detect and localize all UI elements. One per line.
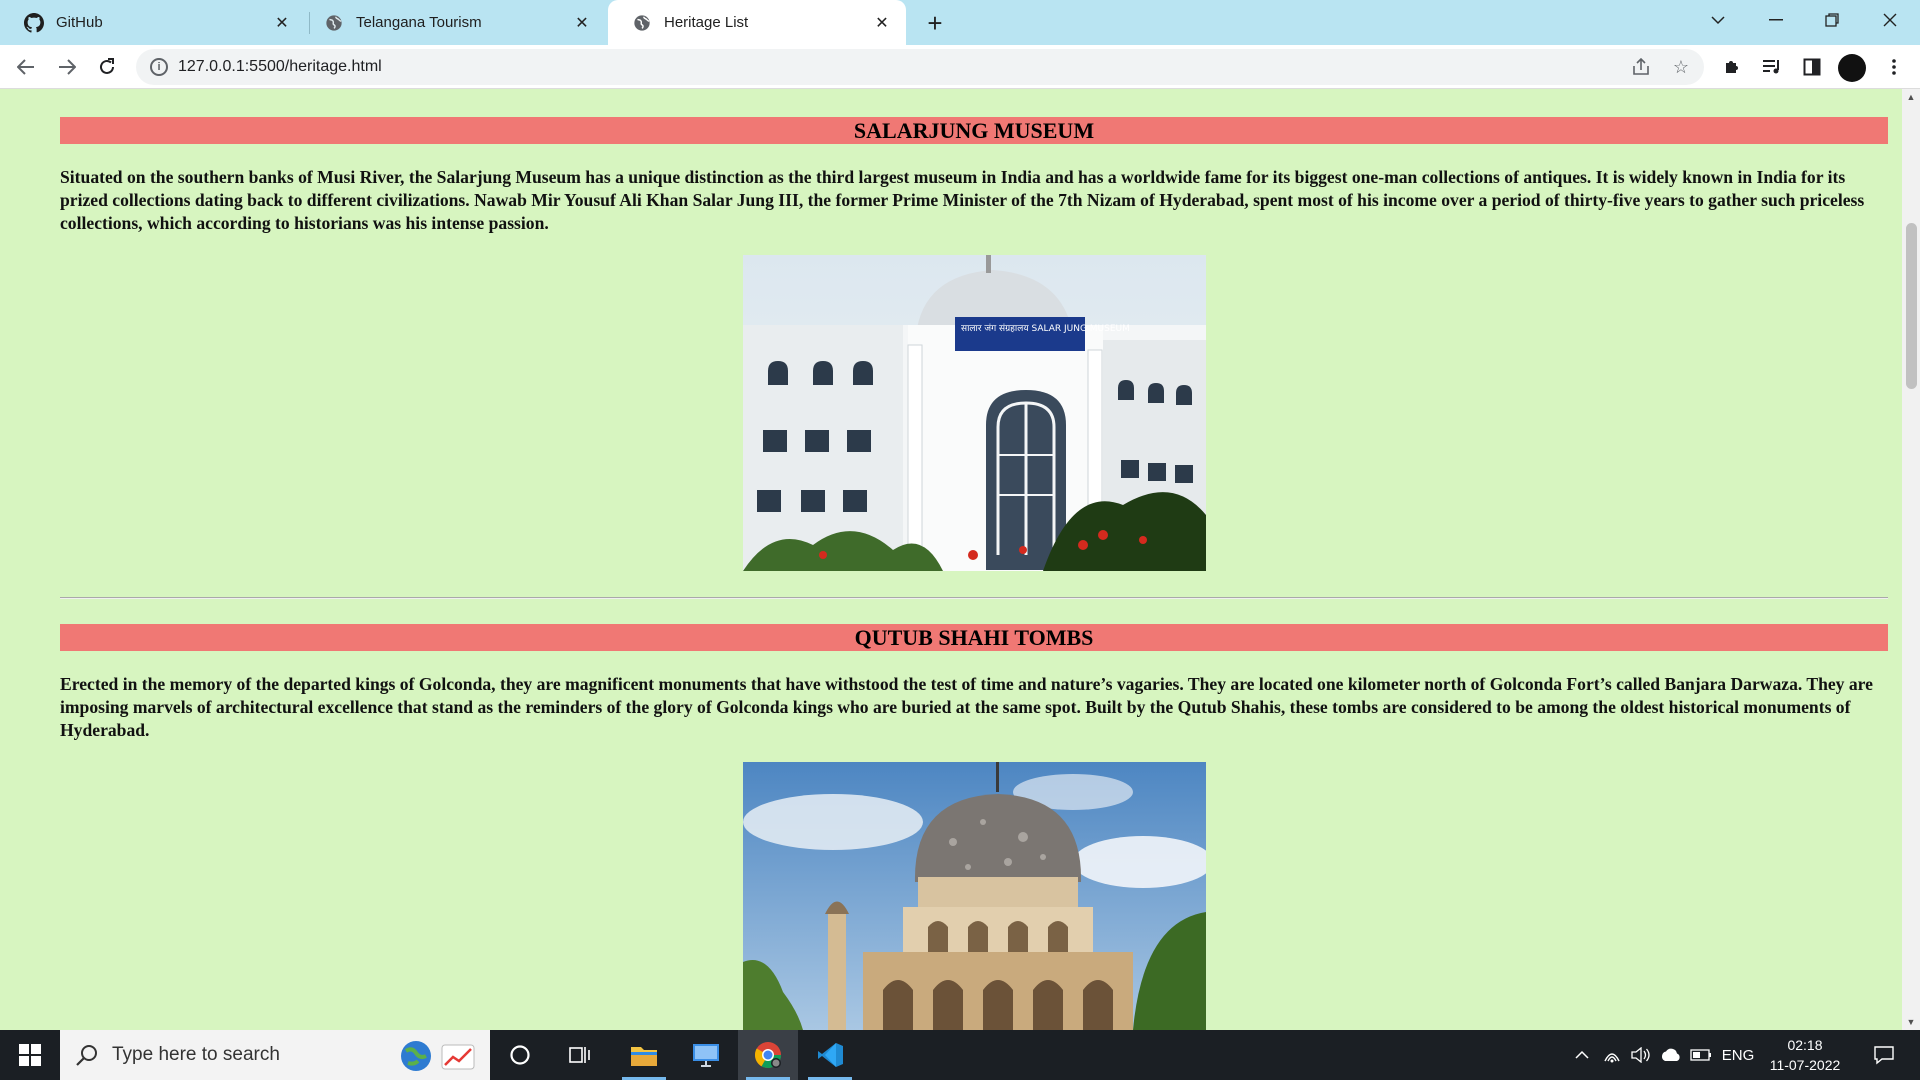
close-tab-icon[interactable]: ✕: [568, 9, 596, 37]
chrome-icon[interactable]: [738, 1030, 798, 1080]
search-icon: [76, 1044, 98, 1066]
scroll-down-arrow-icon[interactable]: ▼: [1902, 1014, 1920, 1030]
vscode-icon[interactable]: [800, 1030, 860, 1080]
search-highlight-icon[interactable]: [398, 1039, 478, 1078]
globe-icon: [324, 13, 344, 33]
more-menu-icon[interactable]: [1878, 51, 1910, 83]
page-scrollbar[interactable]: ▲ ▼: [1902, 89, 1920, 1030]
tab-heritage-list[interactable]: Heritage List ✕: [608, 0, 906, 45]
profile-avatar[interactable]: [1838, 54, 1866, 82]
new-tab-button[interactable]: +: [918, 6, 952, 40]
back-button[interactable]: [10, 51, 42, 83]
clock-time: 02:18: [1787, 1037, 1823, 1053]
tab-github[interactable]: GitHub ✕: [0, 0, 306, 45]
site-info-icon[interactable]: i: [150, 58, 168, 76]
taskbar-search-input[interactable]: Type here to search: [60, 1030, 490, 1080]
volume-icon[interactable]: [1628, 1030, 1652, 1080]
section-heading: SALARJUNG MUSEUM: [60, 117, 1888, 144]
notifications-icon[interactable]: [1864, 1030, 1904, 1080]
cortana-icon[interactable]: [490, 1030, 550, 1080]
url-text: 127.0.0.1:5500/heritage.html: [178, 58, 382, 75]
globe-icon: [632, 13, 652, 33]
minimize-button[interactable]: [1748, 0, 1804, 40]
media-control-icon[interactable]: [1756, 51, 1788, 83]
task-view-icon[interactable]: [550, 1030, 610, 1080]
scroll-up-arrow-icon[interactable]: ▲: [1902, 89, 1920, 105]
scroll-thumb[interactable]: [1906, 223, 1917, 389]
forward-button[interactable]: [51, 51, 83, 83]
language-indicator[interactable]: ENG: [1720, 1030, 1756, 1080]
section-heading: QUTUB SHAHI TOMBS: [60, 624, 1888, 651]
address-bar[interactable]: i 127.0.0.1:5500/heritage.html ☆: [136, 49, 1704, 85]
reload-button[interactable]: [91, 51, 123, 83]
side-panel-icon[interactable]: [1796, 51, 1828, 83]
onedrive-cloud-icon[interactable]: [1658, 1030, 1684, 1080]
tab-telangana-tourism[interactable]: Telangana Tourism ✕: [300, 0, 606, 45]
close-window-button[interactable]: [1862, 0, 1918, 40]
close-tab-icon[interactable]: ✕: [268, 9, 296, 37]
page-viewport: SALARJUNG MUSEUM Situated on the souther…: [0, 89, 1902, 1030]
tab-search-icon[interactable]: [1690, 0, 1746, 40]
windows-taskbar: Type here to search ENG 02:18 11-07-2022: [0, 1030, 1920, 1080]
browser-title-bar: GitHub ✕ Telangana Tourism ✕ Heritage Li…: [0, 0, 1920, 45]
share-icon[interactable]: [1630, 56, 1652, 78]
svg-text:सालार जंग संग्रहालय SALAR JUN: सालार जंग संग्रहालय SALAR JUNG MUSEUM: [961, 323, 1130, 334]
tab-title: Telangana Tourism: [356, 14, 482, 31]
taskbar-clock[interactable]: 02:18 11-07-2022: [1760, 1035, 1850, 1075]
battery-icon[interactable]: [1688, 1030, 1714, 1080]
section-description: Erected in the memory of the departed ki…: [60, 674, 1873, 740]
tab-title: GitHub: [56, 14, 103, 31]
browser-toolbar: i 127.0.0.1:5500/heritage.html ☆: [0, 45, 1920, 89]
search-placeholder: Type here to search: [112, 1044, 280, 1065]
bookmark-star-icon[interactable]: ☆: [1670, 56, 1692, 78]
restore-button[interactable]: [1804, 0, 1860, 40]
qutub-shahi-tombs-photo: [743, 762, 1206, 1030]
file-explorer-icon[interactable]: [614, 1030, 674, 1080]
close-tab-icon[interactable]: ✕: [868, 9, 896, 37]
remote-desktop-icon[interactable]: [676, 1030, 736, 1080]
tab-title: Heritage List: [664, 14, 749, 31]
salarjung-museum-photo: सालार जंग संग्रहालय SALAR JUNG MUSEUM: [743, 255, 1206, 571]
show-hidden-icons-chevron-icon[interactable]: [1570, 1030, 1594, 1080]
section-description: Situated on the southern banks of Musi R…: [60, 167, 1865, 233]
network-icon[interactable]: [1600, 1030, 1624, 1080]
start-button[interactable]: [0, 1030, 60, 1080]
windows-logo-icon: [19, 1044, 41, 1066]
github-icon: [24, 12, 44, 33]
section-divider: [60, 597, 1888, 599]
extensions-puzzle-icon[interactable]: [1716, 51, 1748, 83]
clock-date: 11-07-2022: [1769, 1057, 1841, 1073]
